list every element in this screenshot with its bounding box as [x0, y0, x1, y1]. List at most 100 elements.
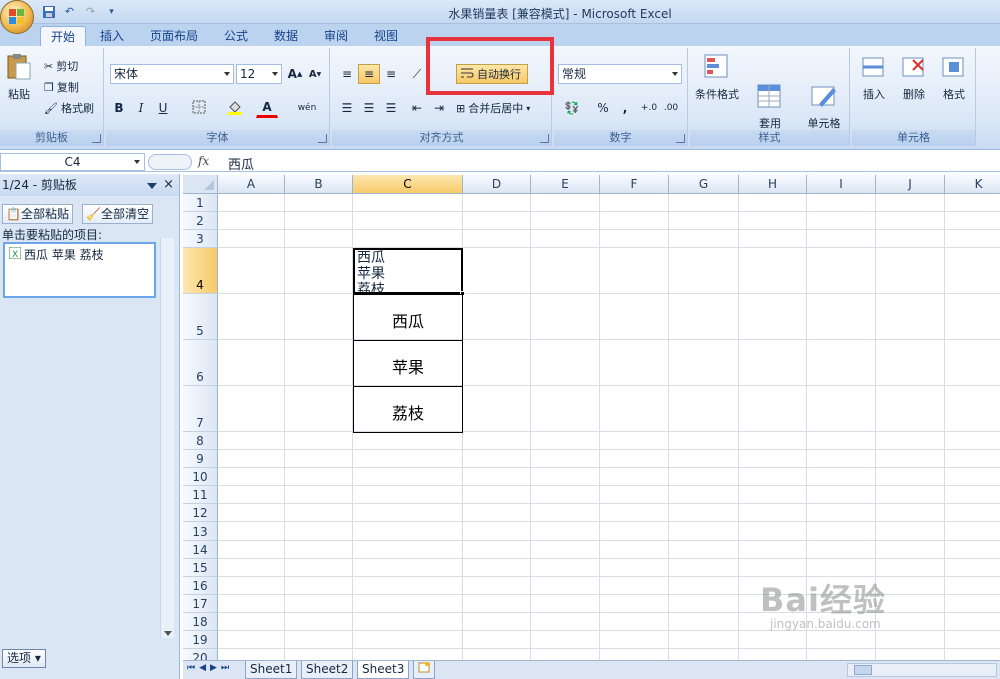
clear-all-button[interactable]: 🧹全部清空: [82, 204, 153, 224]
horizontal-scrollbar[interactable]: [847, 663, 997, 677]
close-icon[interactable]: ×: [163, 174, 174, 196]
row-header-4[interactable]: 4: [183, 248, 218, 294]
clipboard-item[interactable]: X 西瓜 苹果 荔枝: [8, 246, 150, 263]
shrink-font-button[interactable]: A ▼: [304, 64, 326, 84]
row-header-19[interactable]: 19: [183, 631, 218, 649]
insert-sheet-icon[interactable]: [413, 661, 435, 679]
sheet-tab-1[interactable]: Sheet1: [245, 661, 298, 679]
row-header-16[interactable]: 16: [183, 577, 218, 595]
paste-button[interactable]: 粘贴: [4, 52, 34, 102]
tab-formulas[interactable]: 公式: [216, 26, 256, 46]
border-button[interactable]: [188, 98, 210, 118]
options-button[interactable]: 选项 ▾: [2, 649, 46, 668]
select-all-corner[interactable]: [183, 175, 218, 194]
column-header-f[interactable]: F: [600, 175, 669, 194]
scroll-thumb[interactable]: [854, 665, 872, 675]
column-header-j[interactable]: J: [876, 175, 945, 194]
merge-center-button[interactable]: ⊞ 合并后居中 ▾: [456, 100, 530, 116]
insert-cells-button[interactable]: 插入: [856, 52, 892, 102]
tab-data[interactable]: 数据: [266, 26, 306, 46]
row-header-1[interactable]: 1: [183, 194, 218, 212]
tab-page-layout[interactable]: 页面布局: [142, 26, 206, 46]
pane-scrollbar[interactable]: [160, 238, 174, 638]
fx-icon[interactable]: fx: [198, 154, 209, 168]
increase-decimal-button[interactable]: +.0: [638, 98, 660, 118]
align-center-button[interactable]: ☰: [358, 98, 380, 118]
column-header-a[interactable]: A: [218, 175, 285, 194]
column-header-d[interactable]: D: [463, 175, 531, 194]
row-header-17[interactable]: 17: [183, 595, 218, 613]
conditional-formatting-button[interactable]: 条件格式: [692, 52, 742, 102]
format-cells-button[interactable]: 格式: [936, 52, 972, 102]
font-size-combo[interactable]: 12: [236, 64, 282, 84]
dialog-launcher-icon[interactable]: [676, 134, 685, 143]
comma-button[interactable]: ,: [614, 98, 636, 118]
increase-indent-button[interactable]: ⇥: [428, 98, 450, 118]
column-header-h[interactable]: H: [739, 175, 807, 194]
delete-cells-button[interactable]: 删除: [896, 52, 932, 102]
align-middle-button[interactable]: ≡: [358, 64, 380, 84]
row-header-15[interactable]: 15: [183, 559, 218, 577]
office-button[interactable]: [0, 0, 34, 34]
decrease-decimal-button[interactable]: .00: [660, 98, 682, 118]
cell-c4[interactable]: 西瓜 苹果 荔枝: [353, 248, 463, 294]
phonetic-button[interactable]: wén: [292, 98, 322, 118]
cell-c6[interactable]: 苹果: [353, 340, 463, 387]
tab-home[interactable]: 开始: [40, 26, 86, 46]
row-header-13[interactable]: 13: [183, 522, 218, 541]
dialog-launcher-icon[interactable]: [540, 134, 549, 143]
currency-button[interactable]: 💱: [558, 98, 586, 118]
format-painter-button[interactable]: 🖌 格式刷: [44, 100, 94, 116]
number-format-combo[interactable]: 常规: [558, 64, 682, 84]
tab-insert[interactable]: 插入: [92, 26, 132, 46]
copy-button[interactable]: ❐ 复制: [44, 79, 79, 95]
column-header-k[interactable]: K: [945, 175, 1000, 194]
font-color-button[interactable]: A: [256, 98, 278, 118]
orientation-button[interactable]: ⟋: [406, 64, 428, 84]
row-header-12[interactable]: 12: [183, 504, 218, 522]
column-header-i[interactable]: I: [807, 175, 876, 194]
row-header-10[interactable]: 10: [183, 468, 218, 486]
cut-button[interactable]: ✂ 剪切: [44, 58, 78, 74]
sheet-tab-2[interactable]: Sheet2: [301, 661, 354, 679]
column-header-g[interactable]: G: [669, 175, 739, 194]
row-header-6[interactable]: 6: [183, 340, 218, 386]
percent-button[interactable]: %: [592, 98, 614, 118]
column-header-b[interactable]: B: [285, 175, 353, 194]
paste-all-button[interactable]: 📋全部粘贴: [2, 204, 73, 224]
row-header-18[interactable]: 18: [183, 613, 218, 631]
grow-font-button[interactable]: A ▲: [284, 64, 306, 84]
row-header-20[interactable]: 20: [183, 649, 218, 660]
cell-c5[interactable]: 西瓜: [353, 294, 463, 341]
decrease-indent-button[interactable]: ⇤: [406, 98, 428, 118]
align-bottom-button[interactable]: ≡: [380, 64, 402, 84]
italic-button[interactable]: I: [130, 98, 152, 118]
dialog-launcher-icon[interactable]: [318, 134, 327, 143]
name-box[interactable]: C4: [0, 153, 145, 171]
tab-review[interactable]: 审阅: [316, 26, 356, 46]
fill-color-button[interactable]: [224, 98, 246, 118]
align-right-button[interactable]: ☰: [380, 98, 402, 118]
row-header-2[interactable]: 2: [183, 212, 218, 230]
dialog-launcher-icon[interactable]: [92, 134, 101, 143]
font-name-combo[interactable]: 宋体: [110, 64, 234, 84]
sheet-tab-3[interactable]: Sheet3: [357, 661, 410, 679]
column-header-c[interactable]: C: [353, 175, 463, 194]
row-header-11[interactable]: 11: [183, 486, 218, 504]
align-top-button[interactable]: ≡: [336, 64, 358, 84]
row-header-9[interactable]: 9: [183, 450, 218, 468]
row-header-7[interactable]: 7: [183, 386, 218, 432]
row-header-3[interactable]: 3: [183, 230, 218, 248]
column-header-e[interactable]: E: [531, 175, 600, 194]
align-left-button[interactable]: ☰: [336, 98, 358, 118]
underline-button[interactable]: U: [152, 98, 174, 118]
row-header-5[interactable]: 5: [183, 294, 218, 340]
pane-options-chevron-icon[interactable]: [147, 183, 157, 189]
scroll-down-icon[interactable]: [164, 631, 172, 636]
bold-button[interactable]: B: [108, 98, 130, 118]
row-header-14[interactable]: 14: [183, 541, 218, 559]
sheet-nav-arrows-icon[interactable]: ⏮◀▶⏭: [187, 663, 233, 673]
tab-view[interactable]: 视图: [366, 26, 406, 46]
row-header-8[interactable]: 8: [183, 432, 218, 450]
cell-c7[interactable]: 荔枝: [353, 386, 463, 433]
